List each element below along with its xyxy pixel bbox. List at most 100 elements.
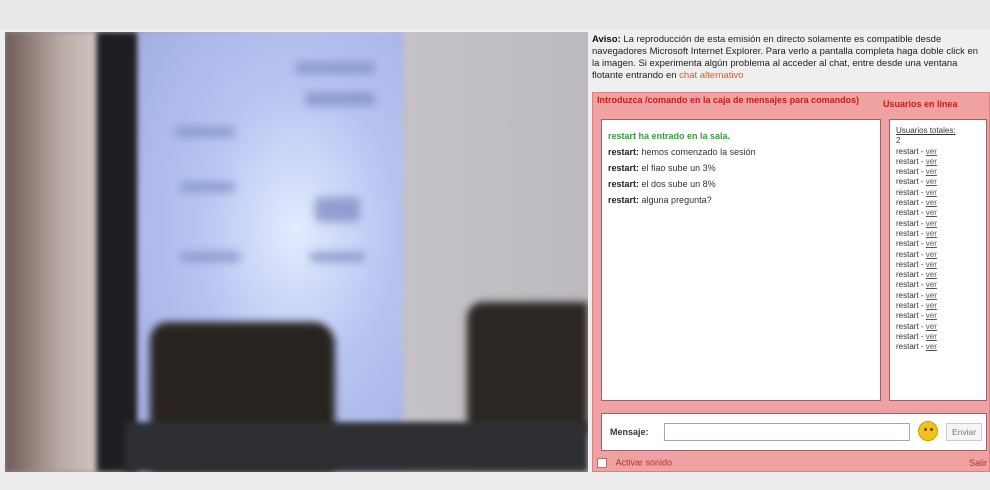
chat-message-user: restart:	[608, 147, 640, 157]
user-list-item: restart - ver	[896, 280, 937, 290]
user-profile-link[interactable]: ver	[926, 250, 937, 259]
users-list[interactable]: Usuarios totales: 2 restart - ver restart…	[889, 119, 987, 401]
user-name: restart	[896, 331, 919, 341]
user-list-item: restart - ver	[896, 146, 937, 156]
user-list-item: restart - ver	[896, 208, 937, 218]
user-name: restart	[896, 218, 919, 228]
chat-panel: Introduzca /comando en la caja de mensaj…	[592, 92, 990, 472]
user-profile-link[interactable]: ver	[926, 311, 937, 320]
user-profile-link[interactable]: ver	[926, 342, 937, 351]
video-door-frame	[5, 32, 97, 472]
user-profile-link[interactable]: ver	[926, 260, 937, 269]
user-name: restart	[896, 301, 919, 311]
banner-mark	[295, 62, 375, 74]
chat-instructions: Introduzca /comando en la caja de mensaj…	[597, 95, 860, 105]
message-row: Mensaje: Enviar	[601, 413, 987, 451]
user-profile-link[interactable]: ver	[926, 270, 937, 279]
banner-mark	[180, 182, 235, 192]
user-profile-link[interactable]: ver	[926, 291, 937, 300]
user-profile-link[interactable]: ver	[926, 188, 937, 197]
message-label: Mensaje:	[610, 427, 649, 437]
user-name: restart	[896, 198, 919, 208]
user-profile-link[interactable]: ver	[926, 332, 937, 341]
user-name: restart	[896, 208, 919, 218]
user-profile-link[interactable]: ver	[926, 208, 937, 217]
user-list-item: restart - ver	[896, 321, 937, 331]
video-chair	[467, 302, 588, 432]
messages-box[interactable]: restart ha entrado en la sala. restart: …	[601, 119, 881, 401]
user-list-item: restart - ver	[896, 331, 937, 341]
chat-message: restart ha entrado en la sala.	[608, 128, 874, 144]
message-input[interactable]	[664, 423, 910, 441]
online-users-header: Usuarios en línea	[883, 99, 958, 109]
sound-label: Activar sonido	[615, 457, 673, 468]
user-profile-link[interactable]: ver	[926, 147, 937, 156]
user-name: restart	[896, 342, 919, 352]
user-name: restart	[896, 239, 919, 249]
user-list-item: restart - ver	[896, 167, 937, 177]
user-name: restart	[896, 311, 919, 321]
chat-message: restart: el fiao sube un 3%	[608, 160, 874, 176]
user-profile-link[interactable]: ver	[926, 157, 937, 166]
bottom-bar	[0, 472, 990, 490]
user-list-item: restart - ver	[896, 239, 937, 249]
user-list-item: restart - ver	[896, 187, 937, 197]
smiley-icon[interactable]	[918, 421, 938, 441]
user-profile-link[interactable]: ver	[926, 280, 937, 289]
banner-mark	[175, 127, 235, 137]
chat-message-user: restart:	[608, 163, 640, 173]
user-list-item: restart - ver	[896, 301, 937, 311]
user-profile-link[interactable]: ver	[926, 229, 937, 238]
banner-mark	[310, 252, 365, 262]
user-profile-link[interactable]: ver	[926, 239, 937, 248]
chat-message-user: restart:	[608, 179, 640, 189]
top-bar	[0, 0, 990, 30]
chat-message: restart: alguna pregunta?	[608, 192, 874, 208]
user-name: restart	[896, 270, 919, 280]
user-name: restart	[896, 321, 919, 331]
exit-link[interactable]: Salir	[969, 458, 987, 468]
notice-label: Aviso:	[592, 34, 621, 45]
user-name: restart	[896, 177, 919, 187]
user-list-item: restart - ver	[896, 270, 937, 280]
banner-mark	[315, 197, 360, 222]
sound-toggle[interactable]: Activar sonido	[597, 457, 672, 471]
user-list-item: restart - ver	[896, 218, 937, 228]
send-button[interactable]: Enviar	[946, 423, 982, 441]
chat-message: restart: el dos sube un 8%	[608, 176, 874, 192]
notice-text: La reproducción de esta emisión en direc…	[592, 34, 979, 81]
user-profile-link[interactable]: ver	[926, 198, 937, 207]
user-profile-link[interactable]: ver	[926, 177, 937, 186]
users-total-label: Usuarios totales:	[896, 126, 956, 135]
chat-message-text: hemos comenzado la sesión	[641, 147, 756, 157]
chat-message-text: alguna pregunta?	[641, 195, 712, 205]
alt-chat-link[interactable]: chat alternativo	[679, 70, 743, 81]
user-list-item: restart - ver	[896, 198, 937, 208]
sound-checkbox[interactable]	[597, 457, 607, 468]
user-list-item: restart - ver	[896, 311, 937, 321]
user-name: restart	[896, 167, 919, 177]
chat-message: restart: hemos comenzado la sesión	[608, 144, 874, 160]
users-total-count: 2	[896, 136, 901, 146]
user-list-item: restart - ver	[896, 156, 937, 166]
video-table	[125, 422, 588, 472]
user-name: restart	[896, 280, 919, 290]
browser-notice: Aviso: La reproducción de esta emisión e…	[592, 34, 988, 92]
video-player[interactable]	[5, 32, 588, 472]
chat-message-text: restart ha entrado en la sala.	[608, 131, 731, 141]
user-profile-link[interactable]: ver	[926, 301, 937, 310]
user-list-item: restart - ver	[896, 228, 937, 238]
chat-message-user: restart:	[608, 195, 640, 205]
user-profile-link[interactable]: ver	[926, 322, 937, 331]
user-list-item: restart - ver	[896, 259, 937, 269]
user-profile-link[interactable]: ver	[926, 219, 937, 228]
banner-mark	[180, 252, 240, 262]
user-name: restart	[896, 249, 919, 259]
chat-message-text: el dos sube un 8%	[641, 179, 716, 189]
user-list-item: restart - ver	[896, 290, 937, 300]
user-list-item: restart - ver	[896, 177, 937, 187]
user-name: restart	[896, 290, 919, 300]
user-profile-link[interactable]: ver	[926, 167, 937, 176]
chat-message-text: el fiao sube un 3%	[641, 163, 716, 173]
user-name: restart	[896, 259, 919, 269]
